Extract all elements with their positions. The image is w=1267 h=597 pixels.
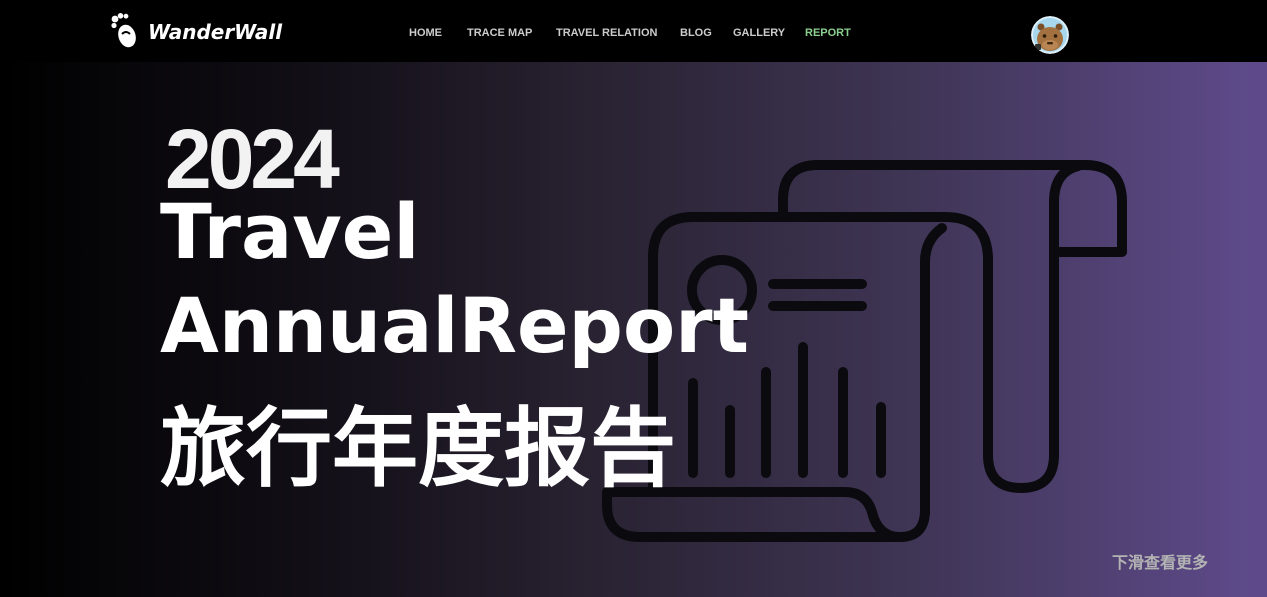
capybara-avatar-icon: [1031, 16, 1069, 54]
title-en-line2: AnnualReport: [160, 281, 749, 370]
title-cn: 旅行年度报告: [160, 399, 676, 499]
logo-link[interactable]: WanderWall: [110, 12, 290, 52]
top-navbar: WanderWall HOME TRACE MAP TRAVEL RELATIO…: [0, 0, 1267, 62]
nav-blog[interactable]: BLOG: [680, 26, 712, 40]
footprint-icon: [111, 13, 136, 48]
scroll-front-right-edge: [920, 223, 947, 517]
nav-travel-relation[interactable]: TRAVEL RELATION: [556, 26, 657, 40]
scroll-down-hint: 下滑查看更多: [1112, 553, 1209, 572]
nav-gallery[interactable]: GALLERY: [733, 26, 785, 40]
user-avatar[interactable]: [1031, 16, 1069, 54]
nav-home[interactable]: HOME: [409, 26, 442, 40]
logo-text: WanderWall: [148, 20, 283, 44]
nav-trace-map[interactable]: TRACE MAP: [467, 26, 532, 40]
title-en-line1: Travel: [160, 187, 420, 276]
scroll-back-sheet: [778, 160, 1127, 257]
nav-report[interactable]: REPORT: [805, 26, 851, 40]
